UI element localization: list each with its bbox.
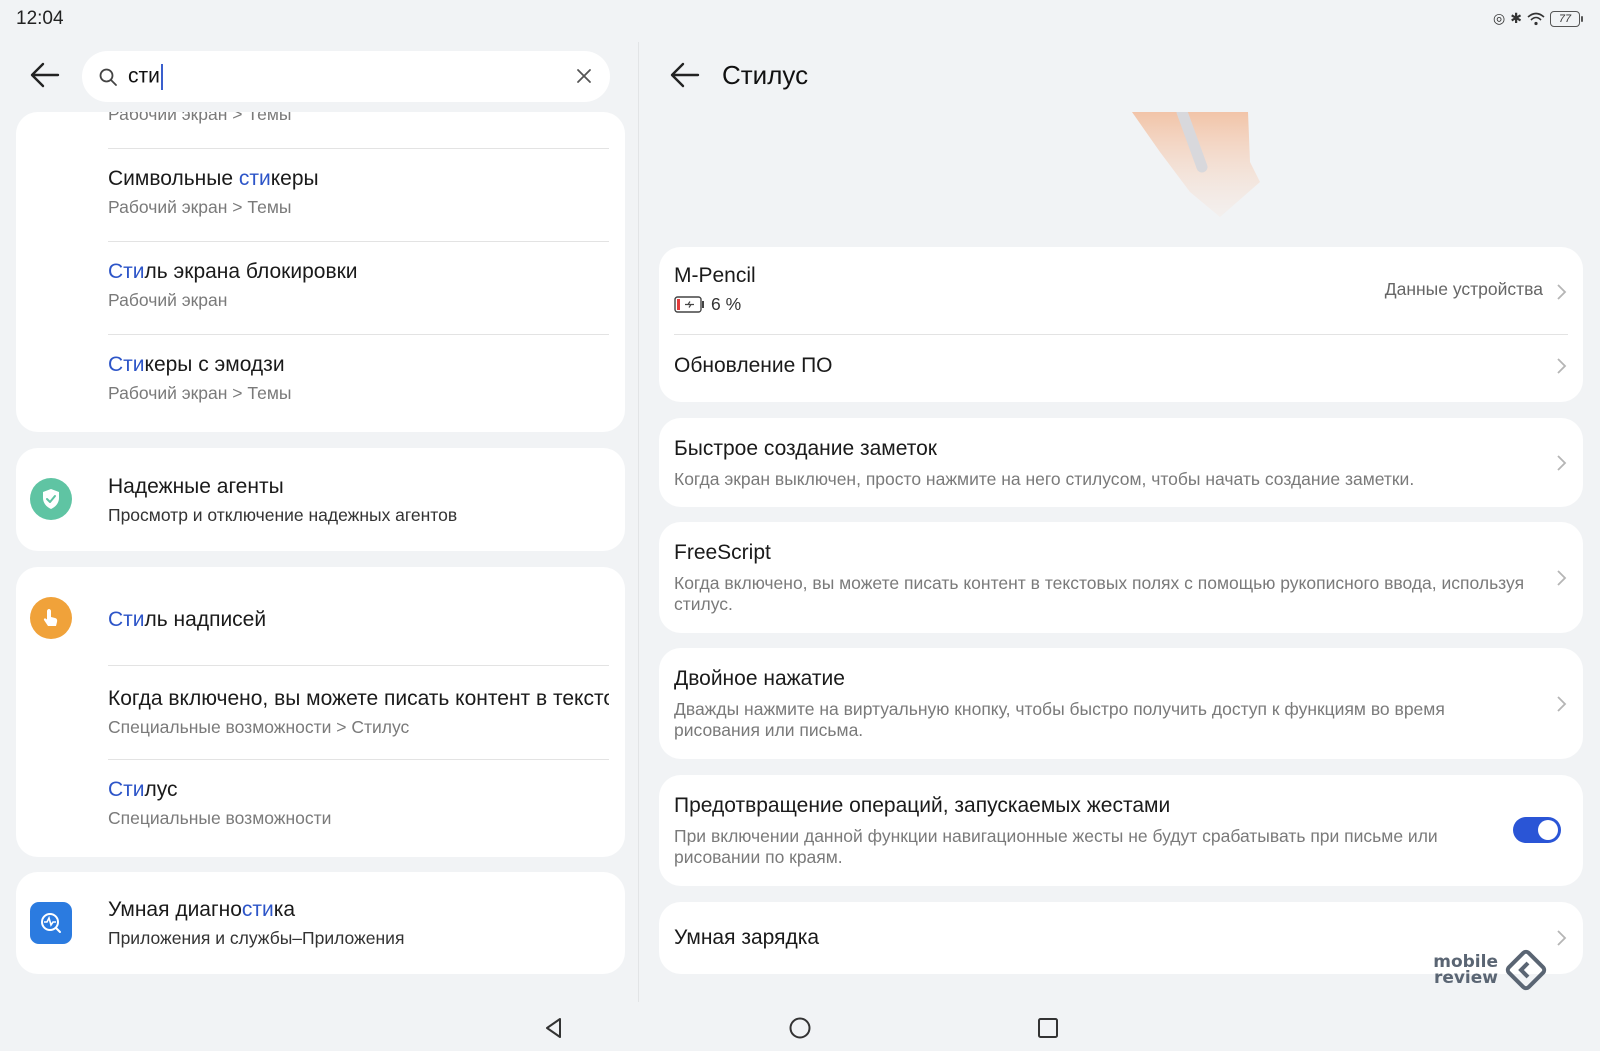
result-title: Символьные стикеры bbox=[108, 167, 319, 190]
firmware-update-label: Обновление ПО bbox=[674, 354, 833, 377]
divider bbox=[108, 241, 609, 242]
divider bbox=[108, 665, 609, 666]
gesture-block-row: Предотвращение операций, запускаемых жес… bbox=[659, 775, 1583, 886]
result-title: Когда включено, вы можете писать контент… bbox=[108, 687, 609, 710]
result-subtitle: Приложения и службы–Приложения bbox=[108, 928, 405, 948]
status-icons: ◎ ✱ 77 bbox=[1493, 10, 1583, 27]
result-item-smart-diagnostics[interactable]: Умная диагностика Приложения и службы–Пр… bbox=[16, 872, 625, 974]
quick-notes-desc: Когда экран выключен, просто нажмите на … bbox=[674, 469, 1415, 489]
result-subtitle: Рабочий экран > Темы bbox=[108, 383, 292, 403]
divider bbox=[108, 759, 609, 760]
result-title: Надежные агенты bbox=[108, 475, 284, 498]
chevron-right-icon bbox=[1557, 284, 1567, 300]
divider bbox=[108, 334, 609, 335]
watermark-line2: review bbox=[1433, 968, 1498, 988]
chevron-right-icon bbox=[1557, 455, 1567, 471]
freescript-row[interactable]: FreeScript Когда включено, вы можете пис… bbox=[659, 522, 1583, 633]
result-title: Стиль надписей bbox=[108, 608, 267, 631]
battery-icon: 77 bbox=[1550, 10, 1583, 27]
result-item-symbol-stickers[interactable]: Символьные стикеры Рабочий экран > Темы bbox=[108, 167, 609, 218]
result-item-lock-style[interactable]: Стиль экрана блокировки Рабочий экран bbox=[108, 260, 609, 311]
result-subtitle: Просмотр и отключение надежных агентов bbox=[108, 505, 458, 525]
search-icon bbox=[99, 68, 117, 86]
result-subtitle: Специальные возможности > Стилус bbox=[108, 717, 410, 737]
back-arrow-icon[interactable] bbox=[28, 58, 62, 92]
divider bbox=[674, 334, 1568, 335]
pane-divider bbox=[638, 42, 639, 1002]
double-tap-title: Двойное нажатие bbox=[674, 667, 845, 690]
list-item[interactable]: Рабочий экран > Темы bbox=[108, 112, 609, 125]
result-item-trusted-agents[interactable]: Надежные агенты Просмотр и отключение на… bbox=[16, 448, 625, 551]
page-title: Стилус bbox=[722, 60, 809, 90]
result-title: Стилус bbox=[108, 778, 178, 801]
nav-recents-icon[interactable] bbox=[1036, 1016, 1060, 1040]
back-arrow-icon[interactable] bbox=[668, 58, 702, 92]
divider bbox=[108, 148, 609, 149]
result-subtitle: Рабочий экран > Темы bbox=[108, 112, 292, 124]
search-input[interactable]: сти bbox=[82, 51, 610, 102]
nav-back-icon[interactable] bbox=[542, 1016, 566, 1040]
result-title: Стикеры с эмодзи bbox=[108, 353, 285, 376]
wifi-icon bbox=[1527, 12, 1545, 25]
stylus-illustration bbox=[1132, 112, 1260, 217]
double-tap-desc: Дважды нажмите на виртуальную кнопку, чт… bbox=[674, 699, 1445, 740]
gesture-block-toggle[interactable] bbox=[1513, 817, 1561, 843]
smart-charge-title: Умная зарядка bbox=[674, 926, 820, 949]
result-item-stylus[interactable]: Стилус Специальные возможности bbox=[108, 778, 609, 829]
chevron-right-icon bbox=[1557, 696, 1567, 712]
results-card-accessibility: Стиль надписей Когда включено, вы можете… bbox=[16, 567, 625, 857]
nav-home-icon[interactable] bbox=[788, 1016, 812, 1040]
freescript-desc: Когда включено, вы можете писать контент… bbox=[674, 573, 1525, 614]
battery-percent: 6 % bbox=[711, 294, 742, 314]
search-query: сти bbox=[128, 63, 163, 90]
diagnostics-icon bbox=[30, 902, 72, 944]
status-time: 12:04 bbox=[16, 8, 64, 29]
quick-notes-title: Быстрое создание заметок bbox=[674, 437, 937, 460]
gesture-block-desc: При включении данной функции навигационн… bbox=[674, 826, 1438, 867]
bluetooth-icon: ✱ bbox=[1510, 10, 1522, 26]
quick-notes-row[interactable]: Быстрое создание заметок Когда экран вык… bbox=[659, 418, 1583, 507]
clear-icon[interactable] bbox=[574, 66, 594, 86]
firmware-update-row[interactable]: Обновление ПО bbox=[674, 354, 1533, 378]
results-card-themes: Рабочий экран > Темы Символьные стикеры … bbox=[16, 112, 625, 432]
freescript-title: FreeScript bbox=[674, 541, 771, 564]
touch-hand-icon bbox=[30, 597, 72, 639]
device-details-link[interactable]: Данные устройства bbox=[1385, 279, 1543, 300]
gesture-block-title: Предотвращение операций, запускаемых жес… bbox=[674, 794, 1171, 817]
battery-level: 77 bbox=[1558, 12, 1572, 25]
battery-low-icon bbox=[674, 296, 704, 313]
result-item-handwriting-style[interactable]: Стиль надписей bbox=[108, 608, 609, 632]
diamond-logo-icon bbox=[1505, 949, 1547, 991]
nfc-icon: ◎ bbox=[1493, 10, 1506, 26]
device-card: M-Pencil 6 % Данные устройства Обновлени… bbox=[659, 247, 1583, 402]
watermark-logo: mobile review bbox=[1433, 948, 1548, 992]
chevron-right-icon bbox=[1557, 570, 1567, 586]
result-title: Умная диагностика bbox=[108, 898, 296, 921]
result-item-emoji-stickers[interactable]: Стикеры с эмодзи Рабочий экран > Темы bbox=[108, 353, 609, 404]
result-text: Надежные агенты Просмотр и отключение на… bbox=[108, 475, 609, 526]
result-title: Стиль экрана блокировки bbox=[108, 260, 358, 283]
result-subtitle: Рабочий экран bbox=[108, 290, 228, 310]
result-text: Умная диагностика Приложения и службы–Пр… bbox=[108, 898, 609, 949]
chevron-right-icon bbox=[1557, 358, 1567, 374]
result-item-freescript[interactable]: Когда включено, вы можете писать контент… bbox=[108, 687, 609, 738]
chevron-right-icon bbox=[1557, 930, 1567, 946]
double-tap-row[interactable]: Двойное нажатие Дважды нажмите на виртуа… bbox=[659, 648, 1583, 759]
result-subtitle: Специальные возможности bbox=[108, 808, 332, 828]
shield-icon bbox=[30, 478, 72, 520]
result-subtitle: Рабочий экран > Темы bbox=[108, 197, 292, 217]
